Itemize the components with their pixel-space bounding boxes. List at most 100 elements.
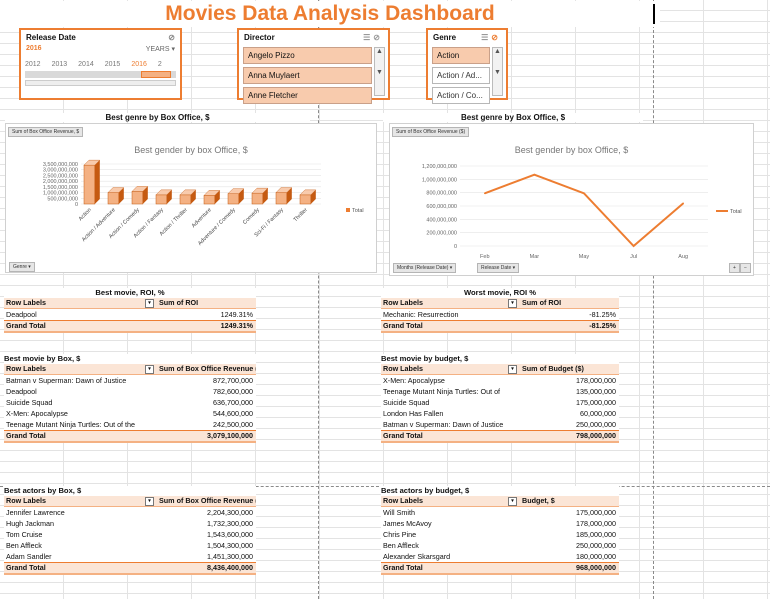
pivot-header: Row Labels ▾ Budget, $	[381, 496, 619, 507]
timeline-year[interactable]: 2015	[105, 61, 121, 68]
genre-scrollbar[interactable]: ▲ ▼	[492, 47, 503, 96]
table-row: Mechanic: Resurrection -81.25%	[383, 310, 616, 319]
genre-item[interactable]: Action	[432, 47, 490, 64]
bar	[179, 194, 192, 205]
timeline-year[interactable]: 2012	[25, 61, 41, 68]
y-tick-label: 800,000,000	[426, 191, 457, 197]
table-row: Suicide Squad 636,700,000	[6, 398, 253, 407]
multi-select-icon[interactable]: ☰	[481, 33, 491, 42]
y-tick-label: 1,200,000,000	[422, 164, 457, 170]
table-row: Batman v Superman: Dawn of Justice 872,70…	[6, 376, 253, 385]
y-tick-label: 0	[454, 244, 457, 250]
x-tick-label: Mar	[530, 254, 540, 260]
bar	[155, 194, 168, 205]
zoom-in-button[interactable]: +	[729, 263, 740, 273]
timeline-year[interactable]: 2	[158, 61, 162, 68]
director-item[interactable]: Anne Fletcher	[243, 87, 372, 104]
x-tick-label: Comedy	[242, 207, 261, 226]
table-row: Teenage Mutant Ninja Turtles: Out of the…	[6, 420, 253, 429]
table-row: Alexander Skarsgard 180,000,000	[383, 552, 616, 561]
timeline-bar[interactable]	[25, 71, 176, 78]
pivot-caption: Best movie by budget, $	[381, 354, 469, 363]
y-tick-label: 400,000,000	[426, 217, 457, 223]
filter-dropdown-icon[interactable]: ▾	[145, 497, 154, 506]
timeline-selection[interactable]	[141, 71, 171, 78]
line-chart[interactable]: Sum of Box Office Revenue ($) Best gende…	[389, 123, 754, 276]
table-row: Adam Sandler 1,451,300,000	[6, 552, 253, 561]
multi-select-icon[interactable]: ☰	[363, 33, 373, 42]
release-date-timeline[interactable]: Release Date ⊘ 2016 YEARS ▾ 2012 2013 20…	[19, 28, 182, 100]
grand-total-row: Grand Total -81.25%	[381, 320, 619, 333]
filter-dropdown-icon[interactable]: ▾	[508, 497, 517, 506]
filter-dropdown-icon[interactable]: ▾	[508, 365, 517, 374]
director-item[interactable]: Anna Muylaert	[243, 67, 372, 84]
filter-dropdown-icon[interactable]: ▾	[508, 299, 517, 308]
director-slicer[interactable]: Director ☰⊘ Angelo Pizzo Anna Muylaert A…	[237, 28, 390, 104]
zoom-out-button[interactable]: −	[740, 263, 751, 273]
filter-dropdown-icon[interactable]: ▾	[145, 365, 154, 374]
director-item[interactable]: Angelo Pizzo	[243, 47, 372, 64]
timeline-period-dropdown[interactable]: YEARS ▾	[146, 45, 175, 53]
pivot-header: Row Labels ▾ Sum of Box Office Revenue ($…	[4, 496, 256, 507]
data-point	[533, 173, 536, 176]
grand-total-row: Grand Total 3,079,100,000	[4, 430, 256, 443]
genre-item[interactable]: Action / Ad...	[432, 67, 490, 84]
pivot-best-actors-box[interactable]: Best actors by Box, $ Row Labels ▾ Sum of…	[4, 486, 256, 575]
bar	[203, 195, 216, 205]
table-row: Batman v Superman: Dawn of Justice 250,00…	[383, 420, 616, 429]
pivot-caption: Best actors by budget, $	[381, 486, 470, 495]
filter-dropdown-icon[interactable]: ▾	[145, 299, 154, 308]
pivot-best-movie-box[interactable]: Best movie by Box, $ Row Labels ▾ Sum of …	[4, 354, 256, 443]
table-row: Deadpool 1249.31%	[6, 310, 253, 319]
pivot-worst-roi[interactable]: Worst movie, ROI % Row Labels ▾ Sum of RO…	[381, 288, 619, 333]
timeline-selected-year: 2016	[26, 45, 42, 52]
table-row: Deadpool 782,600,000	[6, 387, 253, 396]
timeline-year[interactable]: 2013	[52, 61, 68, 68]
pivot-best-roi[interactable]: Best movie, ROI, % Row Labels ▾ Sum of RO…	[4, 288, 256, 333]
table-row: X-Men: Apocalypse 544,600,000	[6, 409, 253, 418]
table-row: Ben Affleck 250,000,000	[383, 541, 616, 550]
bar	[227, 193, 240, 205]
pivot-best-movie-budget[interactable]: Best movie by budget, $ Row Labels ▾ Sum …	[381, 354, 619, 443]
bar	[131, 191, 144, 205]
bar-chart[interactable]: Sum of Box Office Revenue, $ Best gender…	[5, 123, 377, 273]
table-row: Hugh Jackman 1,732,300,000	[6, 519, 253, 528]
genre-slicer-header: Genre ☰⊘	[428, 30, 506, 45]
bar	[251, 192, 264, 205]
months-axis-button[interactable]: Months (Release Date) ▾	[393, 263, 457, 273]
line-chart-plot: 1,200,000,000 1,000,000,000 800,000,000 600…	[422, 164, 742, 260]
clear-filter-icon[interactable]: ⊘	[491, 33, 501, 42]
value-field-button[interactable]: Sum of Box Office Revenue, $	[8, 127, 84, 137]
pivot-caption: Best actors by Box, $	[4, 486, 82, 495]
table-row: X-Men: Apocalypse 178,000,000	[383, 376, 616, 385]
table-row: Ben Affleck 1,504,300,000	[6, 541, 253, 550]
clear-filter-icon[interactable]: ⊘	[373, 33, 383, 42]
clear-filter-icon[interactable]: ⊘	[168, 33, 175, 42]
timeline-year-selected[interactable]: 2016	[131, 61, 147, 68]
legend-label: Total	[352, 208, 364, 214]
value-field-button[interactable]: Sum of Box Office Revenue ($)	[392, 127, 470, 137]
legend-swatch	[346, 208, 350, 212]
bar	[107, 192, 120, 205]
pivot-header: Row Labels ▾ Sum of ROI	[381, 298, 619, 309]
y-tick-label: 600,000,000	[426, 204, 457, 210]
timeline-title: Release Date	[26, 33, 76, 42]
x-tick-label: May	[579, 254, 590, 260]
timeline-year[interactable]: 2014	[78, 61, 94, 68]
genre-item[interactable]: Action / Co...	[432, 87, 490, 104]
release-date-axis-button[interactable]: Release Date ▾	[477, 263, 520, 273]
genre-slicer[interactable]: Genre ☰⊘ Action Action / Ad... Action / …	[426, 28, 508, 104]
data-point	[484, 192, 486, 195]
table-row: Teenage Mutant Ninja Turtles: Out of 135,…	[383, 387, 616, 396]
timeline-years: 2012 2013 2014 2015 2016 2	[21, 61, 180, 68]
y-tick-label: 0	[75, 202, 78, 208]
timeline-scrollbar[interactable]	[25, 80, 176, 86]
bar-chart-plot: 3,500,000,0003,000,000,0002,500,000,0002…	[43, 159, 364, 247]
y-tick-label: 500,000,000	[47, 196, 78, 202]
director-scrollbar[interactable]: ▲ ▼	[374, 47, 385, 96]
pivot-best-actors-budget[interactable]: Best actors by budget, $ Row Labels ▾ Bud…	[381, 486, 619, 575]
director-slicer-header: Director ☰⊘	[239, 30, 388, 45]
table-row: Will Smith 175,000,000	[383, 508, 616, 517]
genre-axis-button[interactable]: Genre ▾	[9, 262, 35, 272]
y-tick-label: 200,000,000	[426, 231, 457, 237]
